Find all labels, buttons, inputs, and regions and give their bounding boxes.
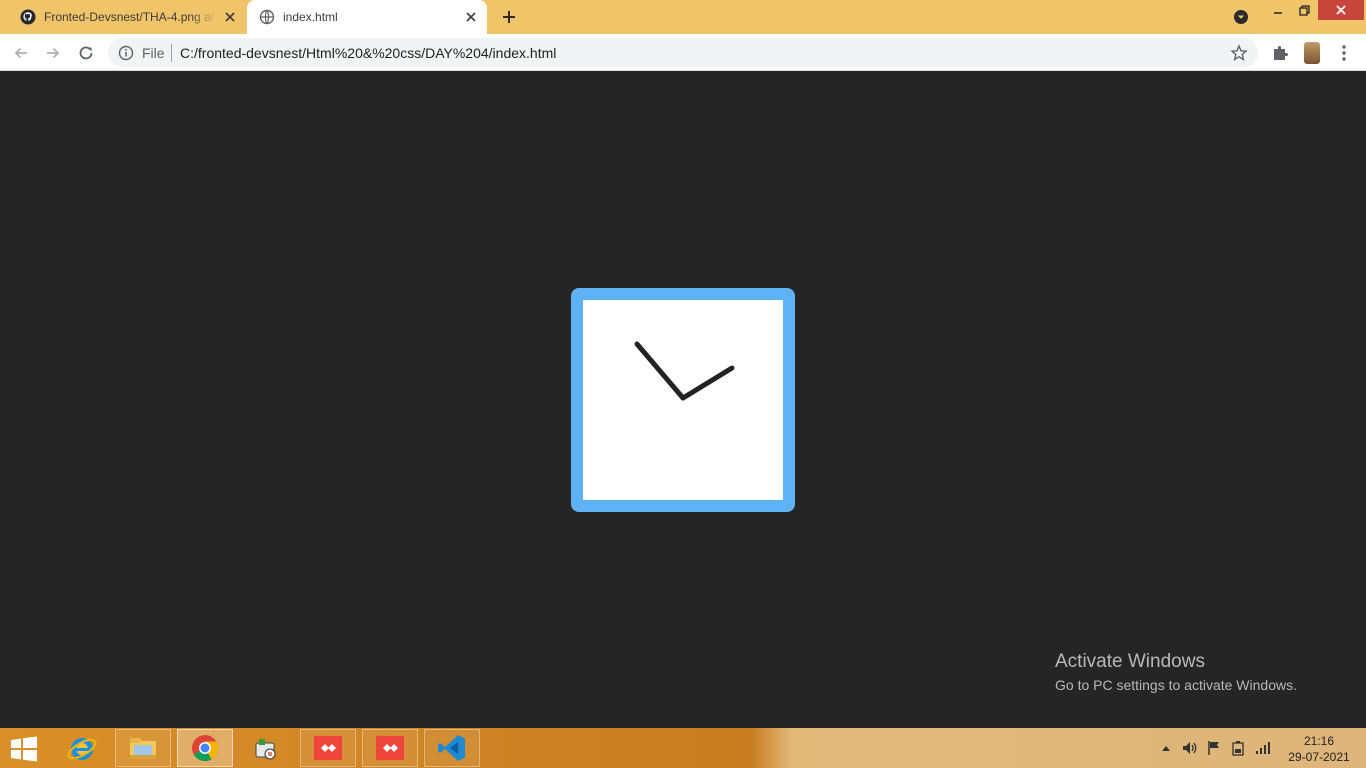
reload-icon	[79, 46, 93, 60]
volume-icon[interactable]	[1181, 740, 1199, 756]
close-window-button[interactable]	[1318, 0, 1364, 20]
minimize-button[interactable]	[1266, 0, 1290, 20]
extensions-puzzle-icon[interactable]	[1270, 43, 1290, 63]
more-menu-icon[interactable]	[1334, 43, 1354, 63]
back-button[interactable]	[10, 42, 32, 64]
watermark-subtitle: Go to PC settings to activate Windows.	[1055, 677, 1297, 693]
clock-face	[583, 300, 783, 500]
clock-date: 29-07-2021	[1288, 750, 1350, 764]
forward-arrow-icon	[47, 47, 60, 59]
windows-taskbar: 21:16 29-07-2021	[0, 728, 1366, 768]
show-hidden-icons-icon[interactable]	[1160, 740, 1172, 756]
network-signal-icon[interactable]	[1254, 740, 1272, 756]
new-tab-button[interactable]	[499, 7, 519, 27]
clock-frame	[571, 288, 795, 512]
bookmark-star-icon[interactable]	[1230, 44, 1248, 62]
activate-windows-watermark: Activate Windows Go to PC settings to ac…	[1055, 651, 1297, 693]
page-viewport: Activate Windows Go to PC settings to ac…	[0, 71, 1366, 728]
globe-icon	[259, 9, 275, 25]
back-arrow-icon	[14, 47, 27, 59]
hour-hand	[634, 341, 686, 401]
action-center-flag-icon[interactable]	[1206, 740, 1222, 756]
browser-toolbar: File C:/fronted-devsnest/Html%20&%20css/…	[0, 34, 1366, 71]
tab-index-html[interactable]: index.html	[247, 0, 487, 34]
url-scheme-label: File	[142, 45, 165, 61]
windows-start-icon[interactable]	[10, 736, 38, 762]
url-text[interactable]: C:/fronted-devsnest/Html%20&%20css/DAY%2…	[180, 45, 556, 61]
address-separator	[171, 44, 172, 62]
forward-button[interactable]	[42, 42, 64, 64]
reload-button[interactable]	[75, 42, 97, 64]
watermark-title: Activate Windows	[1055, 651, 1205, 672]
system-clock[interactable]: 21:16 29-07-2021	[1284, 733, 1354, 765]
close-tab-icon[interactable]	[222, 9, 238, 25]
address-bar[interactable]: File C:/fronted-devsnest/Html%20&%20css/…	[108, 38, 1258, 67]
profile-avatar[interactable]	[1304, 42, 1320, 64]
tab-search-icon[interactable]	[1232, 8, 1250, 26]
file-explorer-icon[interactable]	[115, 729, 171, 767]
app-icon[interactable]	[237, 729, 293, 767]
github-icon	[20, 9, 36, 25]
tab-title: index.html	[283, 10, 338, 24]
restore-button[interactable]	[1292, 0, 1316, 20]
vscode-icon[interactable]	[424, 729, 480, 767]
tab-github[interactable]: Fronted-Devsnest/THA-4.png at main	[0, 0, 246, 34]
internet-explorer-icon[interactable]	[54, 729, 110, 767]
tab-strip: Fronted-Devsnest/THA-4.png at main index…	[0, 0, 1366, 34]
battery-icon[interactable]	[1230, 740, 1246, 756]
clock-hands	[634, 341, 735, 401]
chrome-icon[interactable]	[177, 729, 233, 767]
anydesk-icon[interactable]	[300, 729, 356, 767]
tab-title: Fronted-Devsnest/THA-4.png at main	[44, 10, 216, 24]
minute-hand	[680, 365, 735, 401]
close-tab-icon[interactable]	[463, 9, 479, 25]
anydesk-icon[interactable]	[362, 729, 418, 767]
clock-time: 21:16	[1303, 734, 1335, 748]
info-icon[interactable]	[118, 45, 134, 61]
